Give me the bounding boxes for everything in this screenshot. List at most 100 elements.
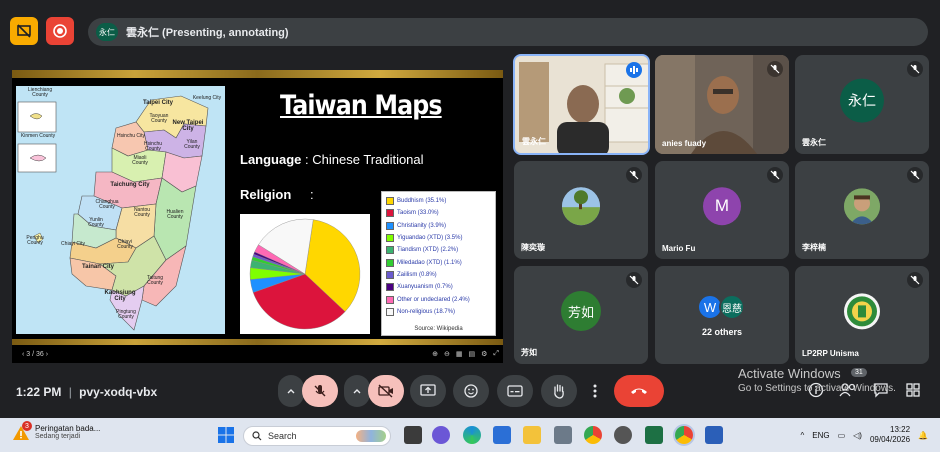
legend-item: Other or undeclared (2.4%) [386, 293, 492, 305]
present-screen-button[interactable] [410, 375, 446, 407]
file-explorer-icon[interactable] [523, 426, 541, 444]
layout-icon[interactable]: ▦ [456, 350, 463, 358]
presented-slide[interactable]: Lienchiang County Kinmen County Taipei C… [12, 70, 503, 363]
slide-title: Taiwan Maps [280, 90, 443, 121]
legend-label: Zaiilism (0.8%) [397, 271, 437, 278]
participant-name: 李梓楠 [802, 243, 826, 252]
legend-swatch [386, 246, 394, 255]
meeting-time: 1:22 PM [16, 385, 62, 399]
legend-swatch [386, 295, 394, 304]
leave-call-button[interactable] [614, 375, 664, 407]
map-label-taipei: Taipei City [143, 100, 173, 106]
legend-swatch [386, 209, 394, 218]
pie-svg [249, 218, 361, 330]
map-label-hsinchu-county: Hsinchu County [143, 141, 163, 153]
language-label: Language [240, 152, 302, 167]
fit-icon[interactable]: ⊖ [444, 350, 450, 358]
slide-page-indicator[interactable]: ‹ 3 / 36 › [22, 351, 48, 358]
taskbar-search[interactable]: Search [243, 426, 391, 446]
participant-tile-others[interactable]: W 恩慈 22 others [655, 266, 789, 364]
map-label-yunlin: Yunlin County [88, 217, 104, 229]
more-options-button[interactable] [584, 375, 606, 407]
expand-icon[interactable]: ⤢ [493, 350, 499, 358]
more-vert-icon [593, 384, 597, 398]
participant-name: 雲永仁 [522, 137, 546, 146]
participant-tile-presenter[interactable]: 雲永仁 [513, 54, 650, 155]
volume-icon[interactable]: ◁) [853, 431, 862, 440]
reactions-button[interactable] [453, 375, 489, 407]
legend-swatch [386, 283, 394, 292]
map-label-miaoli: Miaoli County [132, 155, 148, 167]
captions-icon [507, 385, 523, 397]
task-view-icon[interactable] [404, 426, 422, 444]
tray-chevron-icon[interactable]: ^ [800, 431, 804, 440]
grid-icon[interactable]: ▤ [468, 350, 475, 358]
legend-item: Xuanyuanism (0.7%) [386, 281, 492, 293]
legend-label: Christianity (3.9%) [397, 222, 447, 229]
store-icon[interactable] [493, 426, 511, 444]
participant-tile-yongren[interactable]: 永仁 雲永仁 [795, 55, 929, 154]
settings-icon[interactable]: ⚙ [481, 350, 487, 358]
map-label-changhua: Changhua County [95, 199, 119, 211]
word-icon[interactable] [705, 426, 723, 444]
slide-top-border [12, 70, 503, 78]
activate-windows-title: Activate Windows [738, 366, 841, 381]
presenter-avatar: 永仁 [96, 23, 118, 41]
legend-swatch [386, 234, 394, 243]
slide-controls: ‹ 3 / 36 › ⊕ ⊖ ▦ ▤ ⚙ ⤢ [12, 347, 503, 361]
excel-icon[interactable] [645, 426, 663, 444]
participant-name: LP2RP Unisma [802, 349, 859, 358]
participant-avatar [844, 293, 880, 330]
map-label-lienchiang: Lienchiang County [27, 87, 53, 99]
activities-icon[interactable] [905, 382, 921, 403]
recording-icon[interactable] [46, 17, 74, 45]
notifications-icon[interactable]: 🔔 [918, 431, 928, 440]
raise-hand-button[interactable] [541, 375, 577, 407]
chrome-icon[interactable] [584, 426, 602, 444]
system-tray: ^ ENG ▭ ◁) 13:22 09/04/2026 🔔 [800, 425, 928, 445]
hand-icon [554, 384, 564, 399]
legend-item: Yiguandao (XTD) (3.5%) [386, 232, 492, 244]
windows-start-icon[interactable] [218, 427, 234, 448]
audio-options-button[interactable] [278, 375, 304, 407]
zoom-icon[interactable]: ⊕ [432, 350, 438, 358]
stop-presenting-icon[interactable] [10, 17, 38, 45]
app-icon[interactable] [614, 426, 632, 444]
teams-chat-icon[interactable] [432, 426, 450, 444]
participant-tile-mario[interactable]: M Mario Fu [655, 161, 789, 259]
legend-label: Xuanyuanism (0.7%) [397, 284, 453, 291]
mic-off-icon [907, 167, 923, 183]
participant-tile-anies[interactable]: anies fuady [655, 55, 789, 154]
map-label-tainan: Tainan City [82, 264, 114, 270]
camera-toggle-button[interactable] [368, 375, 404, 407]
map-label-chiayi-county: Chiayi County [117, 239, 133, 251]
legend-source: Source: Wikipedia [414, 326, 463, 332]
presenting-label: 雲永仁 (Presenting, annotating) [126, 27, 289, 39]
chrome-active-icon[interactable] [675, 426, 693, 444]
captions-button[interactable] [497, 375, 533, 407]
search-icon [252, 431, 262, 441]
search-placeholder: Search [268, 431, 297, 441]
video-options-button[interactable] [344, 375, 370, 407]
system-clock[interactable]: 13:22 09/04/2026 [870, 425, 910, 445]
legend-label: Other or undeclared (2.4%) [397, 296, 470, 303]
network-icon[interactable]: ▭ [838, 431, 846, 440]
chat-count-badge: 31 [851, 368, 867, 377]
weather-alert-widget[interactable]: 3 Peringatan bada... Sedang terjadi [12, 421, 101, 442]
mic-toggle-button[interactable] [302, 375, 338, 407]
participant-tile-li[interactable]: 李梓楠 [795, 161, 929, 259]
slide-tools[interactable]: ⊕ ⊖ ▦ ▤ ⚙ ⤢ [432, 350, 499, 358]
presenting-banner[interactable]: 永仁 雲永仁 (Presenting, annotating) [88, 18, 928, 46]
calculator-icon[interactable] [554, 426, 572, 444]
mic-off-icon [907, 61, 923, 77]
participant-tile-chen[interactable]: 陳奕璇 [514, 161, 648, 259]
participant-tile-fangru[interactable]: 芳如 芳如 [514, 266, 648, 364]
map-label-hsinchu-city: Hsinchu City [116, 133, 146, 139]
participant-tile-unisma[interactable]: LP2RP Unisma [795, 266, 929, 364]
language-indicator[interactable]: ENG [812, 431, 829, 440]
alert-title: Peringatan bada... [35, 424, 101, 433]
mic-off-icon [767, 167, 783, 183]
meeting-code: pvy-xodq-vbx [79, 385, 158, 399]
top-bar: 永仁 雲永仁 (Presenting, annotating) [0, 0, 940, 62]
edge-browser-icon[interactable] [463, 426, 481, 444]
